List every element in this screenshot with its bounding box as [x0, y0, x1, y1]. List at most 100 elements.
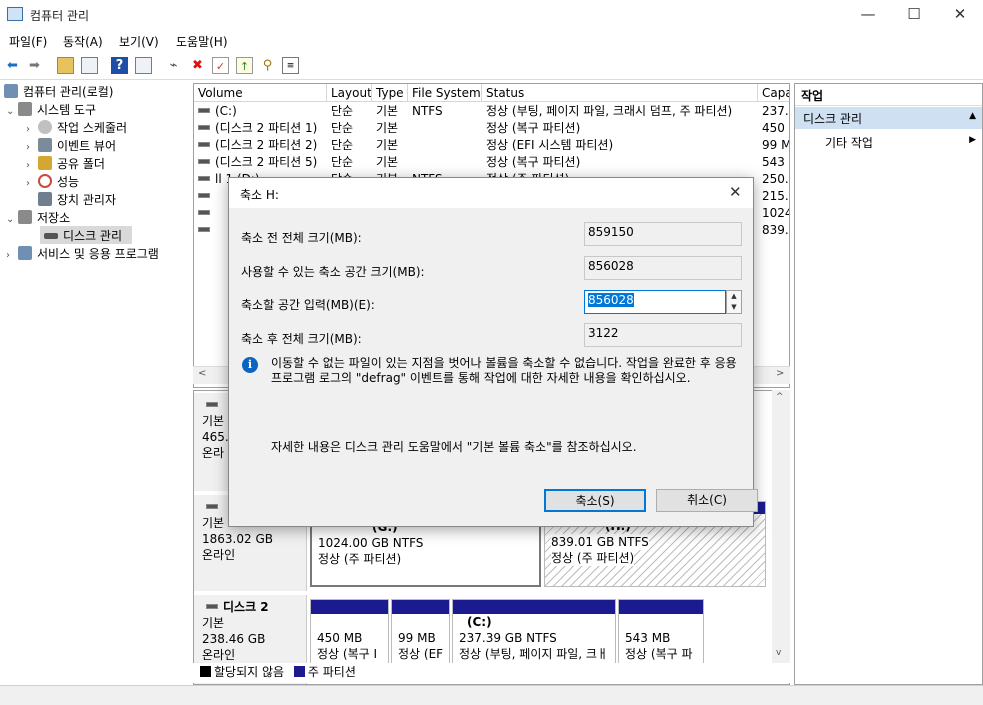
- column-header-volume[interactable]: Volume: [194, 84, 327, 102]
- column-header-capacity[interactable]: Capa: [758, 84, 789, 102]
- column-header-file-system[interactable]: File System: [408, 84, 482, 102]
- event-viewer-icon: [38, 138, 52, 152]
- properties-icon[interactable]: ✓: [212, 57, 229, 74]
- partition-bar: [453, 600, 615, 614]
- scroll-down-icon[interactable]: v: [776, 648, 781, 658]
- cell-text: 237.3: [762, 104, 789, 118]
- menu-action[interactable]: 동작(A): [63, 33, 103, 50]
- volume-icon: [198, 210, 210, 215]
- tree-label: 저장소: [37, 211, 71, 225]
- actions-more[interactable]: 기타 작업 ▶: [825, 134, 980, 154]
- menu-help[interactable]: 도움말(H): [176, 33, 228, 50]
- actions-pane: 작업 디스크 관리 ▲ 기타 작업 ▶: [794, 83, 983, 685]
- tree-item-disk-management[interactable]: 디스크 관리: [44, 227, 122, 245]
- partition-c[interactable]: (C:) 237.39 GB NTFS 정상 (부팅, 페이지 파일, 크ㅐ: [452, 599, 616, 665]
- vertical-scrollbar[interactable]: ^ v: [772, 390, 790, 664]
- tree-label: 장치 관리자: [57, 193, 117, 207]
- volume-cell: 단순: [331, 103, 372, 120]
- cell-text: 정상 (복구 파티션): [486, 121, 581, 135]
- shrink-amount-input[interactable]: 856028: [584, 290, 726, 314]
- export-icon[interactable]: ≡: [282, 57, 299, 74]
- volume-row[interactable]: (디스크 2 파티션 1) 단순 기본 정상 (복구 파티션) 450 I: [194, 120, 789, 137]
- tree-item-performance[interactable]: › 성능: [26, 173, 79, 191]
- scroll-right-icon[interactable]: >: [776, 368, 784, 379]
- submenu-arrow-icon: ▶: [969, 135, 976, 145]
- collapse-up-icon[interactable]: ▲: [969, 111, 976, 121]
- tree-label: 공유 폴더: [57, 157, 105, 171]
- shrink-button[interactable]: 축소(S): [544, 489, 646, 512]
- volume-icon: [198, 193, 210, 198]
- toolbar: ⬅ ➡ ? ⌁ ✖ ✓ ↑ ⚲ ≡: [0, 52, 983, 80]
- actions-section-disk-management[interactable]: 디스크 관리 ▲: [795, 107, 982, 129]
- cell-text: 기본: [376, 138, 399, 152]
- scroll-left-icon[interactable]: <: [198, 368, 206, 379]
- computer-management-icon: [7, 7, 23, 21]
- maximize-button[interactable]: ☐: [891, 0, 937, 30]
- chevron-down-icon[interactable]: ⌄: [6, 103, 18, 121]
- partition-efi[interactable]: 99 MB 정상 (EF: [391, 599, 450, 665]
- volume-name-cell: (디스크 2 파티션 1): [194, 120, 323, 137]
- volume-row[interactable]: (C:) 단순 기본 NTFS 정상 (부팅, 페이지 파일, 크래시 덤프, 주 파티…: [194, 103, 789, 120]
- partition-size: 839.01 GB NTFS: [551, 534, 649, 550]
- tree-item-system-tools[interactable]: ⌄ 시스템 도구: [6, 101, 96, 119]
- info-text: 이동할 수 없는 파일이 있는 지점을 벗어나 볼륨을 축소할 수 없습니다. …: [271, 356, 737, 385]
- import-icon[interactable]: ↑: [236, 57, 253, 74]
- tree-item-event-viewer[interactable]: › 이벤트 뷰어: [26, 137, 116, 155]
- up-folder-icon[interactable]: [57, 57, 74, 74]
- spin-down-icon[interactable]: ▼: [727, 302, 741, 313]
- volume-row[interactable]: (디스크 2 파티션 2) 단순 기본 정상 (EFI 시스템 파티션) 99 M: [194, 137, 789, 154]
- primary-partition-swatch: [293, 666, 305, 677]
- volume-cell: 215.7: [762, 188, 789, 205]
- partition-size: 450 MB: [317, 631, 363, 645]
- connect-icon[interactable]: ⌁: [165, 57, 182, 74]
- tree-item-shared-folders[interactable]: › 공유 폴더: [26, 155, 105, 173]
- menu-view[interactable]: 보기(V): [119, 33, 159, 50]
- column-header-status[interactable]: Status: [482, 84, 758, 102]
- tree-item-services-applications[interactable]: › 서비스 및 응용 프로그램: [6, 245, 159, 263]
- console-tree-icon[interactable]: [81, 57, 98, 74]
- partition-recovery-1[interactable]: 450 MB 정상 (복구 I: [310, 599, 389, 665]
- minimize-button[interactable]: —: [845, 0, 891, 30]
- volume-row[interactable]: (디스크 2 파티션 5) 단순 기본 정상 (복구 파티션) 543 I: [194, 154, 789, 171]
- column-header-layout[interactable]: Layout: [327, 84, 372, 102]
- chevron-down-icon[interactable]: ⌄: [6, 211, 18, 229]
- forward-icon[interactable]: ➡: [26, 57, 43, 74]
- title-bar: 컴퓨터 관리 — ☐ ✕: [0, 0, 983, 30]
- column-header-type[interactable]: Type: [372, 84, 408, 102]
- disk-icon: [206, 402, 218, 407]
- chevron-right-icon[interactable]: ›: [26, 175, 38, 193]
- total-after-value: 3122: [584, 323, 742, 347]
- volume-cell: 99 M: [762, 137, 789, 154]
- partition-recovery-5[interactable]: 543 MB 정상 (복구 파: [618, 599, 704, 665]
- cancel-button[interactable]: 취소(C): [656, 489, 758, 512]
- volume-icon: [198, 125, 210, 130]
- tree-item-computer-management[interactable]: 컴퓨터 관리(로컬): [4, 83, 113, 101]
- cell-text: (디스크 2 파티션 5): [215, 155, 318, 169]
- tree-item-device-manager[interactable]: 장치 관리자: [38, 191, 116, 209]
- view-icon[interactable]: [135, 57, 152, 74]
- help-icon[interactable]: ?: [111, 57, 128, 74]
- dialog-close-icon[interactable]: ✕: [729, 183, 742, 201]
- menu-file[interactable]: 파일(F): [9, 33, 47, 50]
- services-icon: [18, 246, 32, 260]
- shrink-amount-spinner[interactable]: ▲ ▼: [726, 290, 742, 314]
- disk-type: 기본: [202, 616, 225, 630]
- tree-label: 디스크 관리: [63, 229, 123, 243]
- disk-size: 238.46 GB: [202, 632, 266, 646]
- cell-text: 단순: [331, 155, 354, 169]
- tree-label: 시스템 도구: [37, 103, 97, 117]
- back-icon[interactable]: ⬅: [4, 57, 21, 74]
- volume-cell: 250.0: [762, 171, 789, 188]
- scroll-up-icon[interactable]: ^: [776, 392, 784, 402]
- tree-item-storage[interactable]: ⌄ 저장소: [6, 209, 70, 227]
- spin-up-icon[interactable]: ▲: [727, 291, 741, 302]
- partition-status: 정상 (복구 파: [625, 647, 693, 661]
- tree-item-task-scheduler[interactable]: › 작업 스케줄러: [26, 119, 127, 137]
- cell-text: 215.7: [762, 189, 789, 203]
- legend-primary: 주 파티션: [307, 665, 356, 679]
- delete-icon[interactable]: ✖: [189, 57, 206, 74]
- partition-size: 543 MB: [625, 631, 671, 645]
- search-icon[interactable]: ⚲: [259, 57, 276, 74]
- close-button[interactable]: ✕: [937, 0, 983, 30]
- chevron-right-icon[interactable]: ›: [6, 247, 18, 265]
